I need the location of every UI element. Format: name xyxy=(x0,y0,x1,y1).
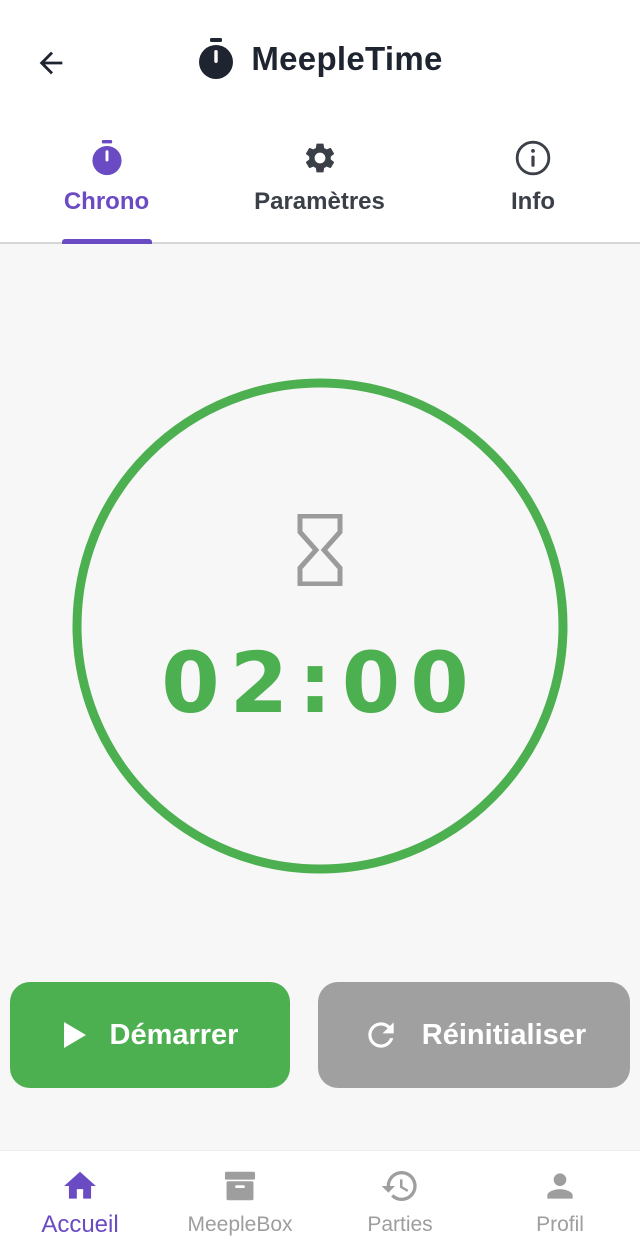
hourglass-icon xyxy=(297,514,343,586)
timer-ring xyxy=(72,378,568,874)
nav-label: Parties xyxy=(367,1213,433,1236)
title-group: MeepleTime xyxy=(0,38,640,80)
nav-meeplebox[interactable]: MeepleBox xyxy=(160,1151,320,1253)
home-icon xyxy=(60,1167,100,1205)
main-content: 02:00 Démarrer Réinitialiser xyxy=(0,244,640,1150)
start-button[interactable]: Démarrer xyxy=(10,982,290,1088)
timer-display: 02:00 xyxy=(70,376,570,876)
page-title: MeepleTime xyxy=(251,40,443,77)
tab-label: Info xyxy=(511,188,555,215)
tab-label: Paramètres xyxy=(254,188,385,215)
archive-box-icon xyxy=(220,1167,260,1205)
reset-button-label: Réinitialiser xyxy=(421,1018,587,1051)
nav-profil[interactable]: Profil xyxy=(480,1151,640,1253)
nav-parties[interactable]: Parties xyxy=(320,1151,480,1253)
tab-label: Chrono xyxy=(63,188,150,215)
start-button-label: Démarrer xyxy=(109,1018,239,1051)
tab-parametres[interactable]: Paramètres xyxy=(213,128,426,242)
tab-bar: Chrono Paramètres Info xyxy=(0,128,640,244)
bottom-navigation: Accueil MeepleBox Parties Profil xyxy=(0,1150,640,1253)
reset-button[interactable]: Réinitialiser xyxy=(318,982,630,1088)
stopwatch-icon xyxy=(88,140,126,176)
person-icon xyxy=(540,1167,580,1205)
info-icon xyxy=(514,140,552,176)
stopwatch-icon xyxy=(197,38,235,80)
nav-label: Accueil xyxy=(41,1211,119,1238)
app-bar: MeepleTime xyxy=(0,0,640,128)
tab-chrono[interactable]: Chrono xyxy=(0,128,213,242)
play-icon xyxy=(63,1022,86,1048)
refresh-icon xyxy=(368,1022,394,1048)
tab-info[interactable]: Info xyxy=(426,128,640,242)
gear-icon xyxy=(301,140,339,176)
nav-accueil[interactable]: Accueil xyxy=(0,1151,160,1253)
nav-label: Profil xyxy=(536,1213,584,1236)
nav-label: MeepleBox xyxy=(187,1213,293,1236)
history-icon xyxy=(380,1167,420,1205)
timer-value: 02:00 xyxy=(161,634,479,732)
